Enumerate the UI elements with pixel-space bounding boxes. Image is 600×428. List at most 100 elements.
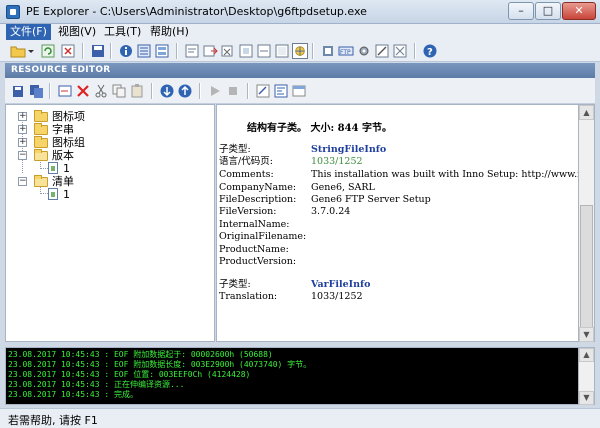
expand-icon[interactable]: +	[18, 125, 27, 134]
toolbar-separator	[199, 83, 201, 99]
close-file-icon[interactable]	[60, 43, 76, 59]
scroll-down-icon[interactable]: ▼	[579, 327, 594, 342]
menu-view[interactable]: 视图(V)	[54, 24, 100, 40]
delay-import-icon[interactable]	[238, 43, 254, 59]
field-value: This installation was built with Inno Se…	[311, 169, 579, 180]
close-button[interactable]: ✕	[562, 2, 596, 20]
folder-icon	[34, 110, 48, 122]
field-product-version: ProductVersion:	[219, 256, 296, 268]
resource-icon[interactable]	[292, 43, 308, 59]
dropdown-arrow-icon[interactable]	[27, 43, 35, 59]
main-toolbar: FTP ?	[0, 40, 600, 62]
info-icon[interactable]	[118, 43, 134, 59]
field-lang-codepage: 语言/代码页: 1033/1252	[219, 156, 363, 168]
menu-file[interactable]: 文件(F)	[6, 24, 51, 40]
log-scrollbar[interactable]: ▲ ▼	[579, 347, 595, 405]
field-key: 子类型:	[219, 144, 251, 155]
sections-icon[interactable]	[154, 43, 170, 59]
field-key: Translation:	[219, 291, 278, 302]
paste-icon[interactable]	[129, 83, 145, 99]
next-icon[interactable]	[177, 83, 193, 99]
scroll-down-icon[interactable]: ▼	[579, 391, 594, 405]
toolbar-separator	[82, 43, 84, 59]
field-company-name: CompanyName: Gene6, SARL	[219, 182, 375, 194]
copy-icon[interactable]	[111, 83, 127, 99]
save-icon[interactable]	[90, 43, 106, 59]
settings-icon[interactable]	[356, 43, 372, 59]
version-info-view[interactable]: 结构有子类。 大小: 844 字节。 子类型: StringFileInfo 语言…	[216, 104, 579, 342]
export-icon[interactable]	[202, 43, 218, 59]
resource-tree[interactable]: + 图标项 + 字串 + 图标组 − 版本 1 − 清单 1	[5, 104, 215, 342]
scroll-up-icon[interactable]: ▲	[579, 105, 594, 120]
tree-node-label: 图标组	[52, 136, 85, 149]
toolbar-separator	[176, 43, 178, 59]
log-line: 23.08.2017 10:45:43 : EOF 附加数据起于: 000026…	[8, 350, 273, 359]
prev-icon[interactable]	[159, 83, 175, 99]
edit-icon[interactable]	[255, 83, 271, 99]
menu-help[interactable]: 帮助(H)	[146, 24, 193, 40]
tree-node-label: 1	[63, 188, 70, 201]
svg-text:FTP: FTP	[340, 49, 351, 56]
ftp-icon[interactable]: FTP	[338, 43, 354, 59]
headers-icon[interactable]	[136, 43, 152, 59]
panel-title: RESOURCE EDITOR	[5, 63, 595, 78]
tree-node-label: 图标项	[52, 110, 85, 123]
rename-icon[interactable]	[57, 83, 73, 99]
field-key: ProductName:	[219, 244, 289, 255]
log-panel[interactable]: 23.08.2017 10:45:43 : EOF 附加数据起于: 000026…	[5, 347, 579, 405]
resource-item-icon	[48, 162, 58, 174]
wizard-icon[interactable]	[392, 43, 408, 59]
open-icon[interactable]	[10, 43, 26, 59]
field-key: 语言/代码页:	[219, 156, 273, 167]
field-key: InternalName:	[219, 219, 290, 230]
dialog-icon[interactable]	[291, 83, 307, 99]
toolbar-separator	[49, 83, 51, 99]
status-text: 若需帮助, 请按 F1	[8, 414, 98, 427]
scroll-up-icon[interactable]: ▲	[579, 348, 594, 362]
tree-node-label: 1	[63, 162, 70, 175]
import-icon[interactable]	[220, 43, 236, 59]
resources-icon[interactable]	[184, 43, 200, 59]
open-folder-icon	[34, 175, 48, 187]
minimize-button[interactable]: –	[508, 2, 534, 20]
refresh-icon[interactable]	[40, 43, 56, 59]
unpack-icon[interactable]	[320, 43, 336, 59]
svg-text:?: ?	[427, 47, 433, 58]
dependency-icon[interactable]	[256, 43, 272, 59]
maximize-button[interactable]: □	[535, 2, 561, 20]
field-key: Comments:	[219, 169, 274, 180]
field-key: FileDescription:	[219, 194, 297, 205]
play-icon[interactable]	[207, 83, 223, 99]
menu-tools[interactable]: 工具(T)	[100, 24, 145, 40]
field-subtype-var: 子类型: VarFileInfo	[219, 279, 370, 291]
collapse-icon[interactable]: −	[18, 151, 27, 160]
expand-icon[interactable]: +	[18, 138, 27, 147]
save-all-icon[interactable]	[29, 83, 45, 99]
field-value: StringFileInfo	[311, 144, 387, 155]
scroll-thumb[interactable]	[580, 205, 593, 335]
collapse-icon[interactable]: −	[18, 177, 27, 186]
toolbar-separator	[110, 43, 112, 59]
expand-icon[interactable]: +	[18, 112, 27, 121]
help-icon[interactable]: ?	[422, 43, 438, 59]
delete-icon[interactable]	[75, 83, 91, 99]
log-line: 23.08.2017 10:45:43 : 完成。	[8, 390, 138, 399]
field-value: VarFileInfo	[311, 279, 371, 290]
toolbar-separator	[151, 83, 153, 99]
field-value: Gene6 FTP Server Setup	[311, 194, 431, 205]
tools-icon[interactable]	[374, 43, 390, 59]
open-folder-icon	[34, 149, 48, 161]
save-resource-icon[interactable]	[11, 83, 27, 99]
view-icon[interactable]	[273, 83, 289, 99]
title-bar: PE Explorer - C:\Users\Administrator\Des…	[0, 0, 600, 24]
field-key: FileVersion:	[219, 206, 277, 217]
disasm-icon[interactable]	[274, 43, 290, 59]
folder-icon	[34, 123, 48, 135]
stop-icon[interactable]	[225, 83, 241, 99]
tree-connector	[40, 168, 48, 169]
cut-icon[interactable]	[93, 83, 109, 99]
field-original-filename: OriginalFilename:	[219, 231, 306, 243]
field-key: ProductVersion:	[219, 256, 297, 267]
log-line: 23.08.2017 10:45:43 : EOF 附加数据长度: 003E29…	[8, 360, 312, 369]
content-scrollbar[interactable]: ▲ ▼	[579, 104, 595, 342]
